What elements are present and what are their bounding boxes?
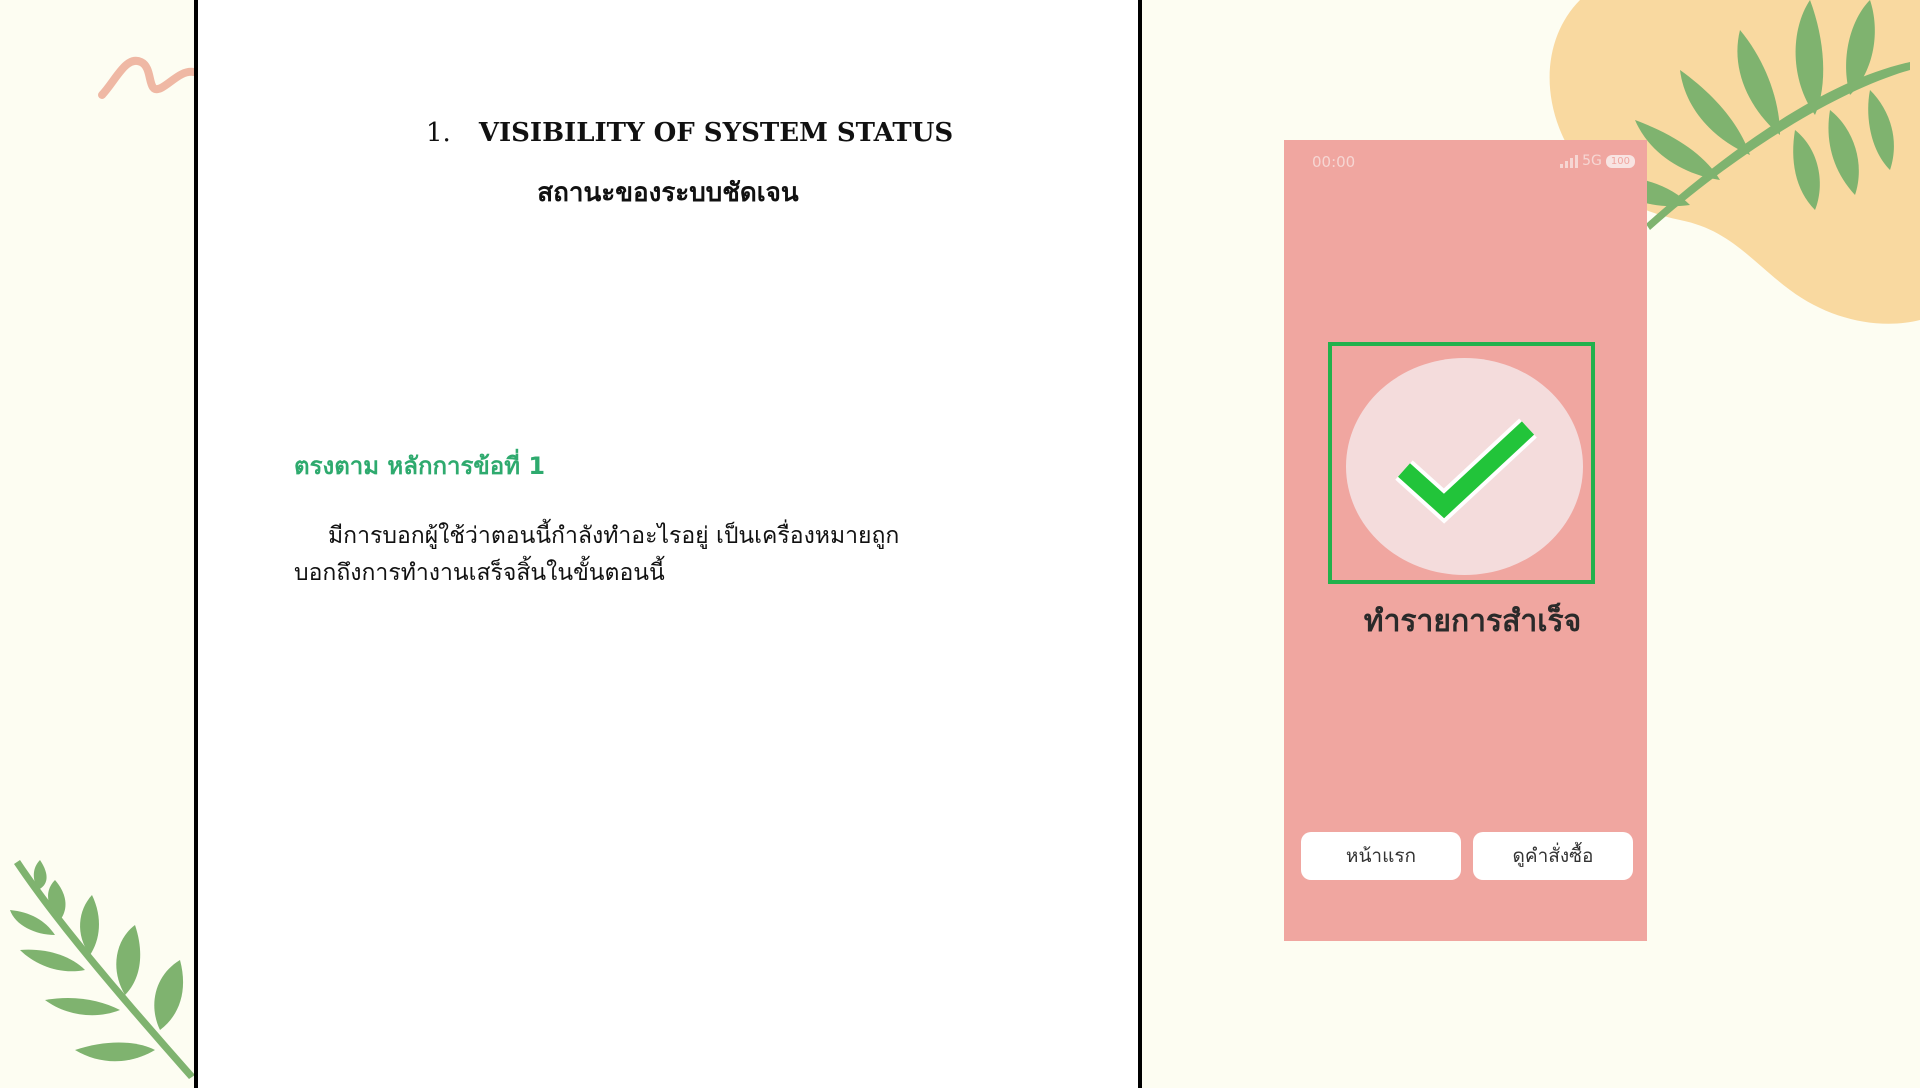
check-icon bbox=[1395, 418, 1537, 524]
view-orders-button[interactable]: ดูคำสั่งซื้อ bbox=[1473, 832, 1633, 880]
home-button[interactable]: หน้าแรก bbox=[1301, 832, 1461, 880]
heading-title: VISIBILITY OF SYSTEM STATUS bbox=[478, 118, 954, 148]
status-time: 00:00 bbox=[1312, 153, 1356, 171]
success-label: ทำรายการสำเร็จ bbox=[1363, 604, 1582, 639]
squiggle-decoration bbox=[98, 56, 196, 99]
description-line-1: มีการบอกผู้ใช้ว่าตอนนี้กำลังทำอะไรอยู่ เ… bbox=[328, 523, 900, 549]
subheading: สถานะของระบบชัดเจน bbox=[537, 178, 799, 208]
document-page: 1. VISIBILITY OF SYSTEM STATUS สถานะของระ… bbox=[194, 0, 1142, 1088]
status-bar-right: 5G 100 bbox=[1560, 153, 1635, 169]
battery-icon: 100 bbox=[1605, 154, 1635, 168]
leaf-branch-top-right-decoration bbox=[1600, 0, 1910, 230]
phone-mockup: 00:00 5G 100 ทำรายการสำเร็จ หน้าแรก ดูคำ… bbox=[1284, 140, 1647, 941]
description-text: มีการบอกผู้ใช้ว่าตอนนี้กำลังทำอะไรอยู่ เ… bbox=[294, 518, 994, 592]
description-line-2: บอกถึงการทำงานเสร็จสิ้นในขั้นตอนนี้ bbox=[294, 560, 665, 586]
heading-line: 1. VISIBILITY OF SYSTEM STATUS bbox=[426, 118, 953, 148]
check-circle bbox=[1346, 358, 1583, 575]
leaf-branch-bottom-left-decoration bbox=[10, 860, 195, 1079]
success-highlight-box bbox=[1328, 342, 1595, 584]
network-label: 5G bbox=[1582, 153, 1602, 169]
signal-icon bbox=[1560, 154, 1579, 168]
heading-number: 1. bbox=[426, 118, 451, 148]
principle-label: ตรงตาม หลักการข้อที่ 1 bbox=[294, 452, 546, 480]
